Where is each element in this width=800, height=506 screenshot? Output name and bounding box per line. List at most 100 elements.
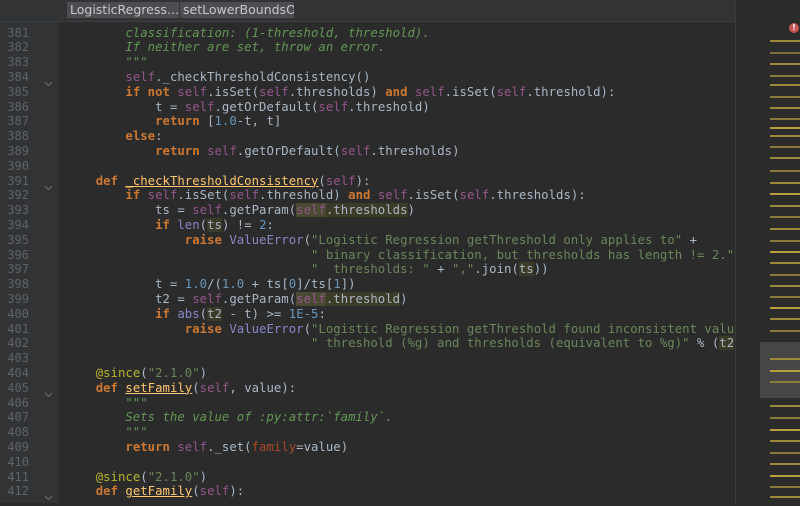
scrollbar-marker[interactable] — [770, 452, 800, 454]
scrollbar-marker[interactable] — [770, 274, 800, 276]
scrollbar-marker[interactable] — [770, 440, 800, 442]
scrollbar-marker[interactable] — [770, 205, 800, 207]
line-number[interactable]: 397 — [0, 262, 29, 277]
line-number[interactable]: 398 — [0, 277, 29, 292]
code-line[interactable]: if len(ts) != 2: — [66, 217, 274, 233]
scrollbar-marker[interactable] — [770, 84, 800, 86]
error-indicator-icon[interactable]: ! — [789, 23, 799, 33]
line-number[interactable]: 405 — [0, 381, 29, 396]
line-number[interactable]: 407 — [0, 410, 29, 425]
scrollbar-marker[interactable] — [770, 486, 800, 488]
scrollbar-marker[interactable] — [770, 240, 800, 242]
line-number[interactable]: 382 — [0, 40, 29, 55]
line-number[interactable]: 389 — [0, 144, 29, 159]
fold-marker-icon[interactable] — [44, 73, 53, 87]
scrollbar-marker[interactable] — [770, 107, 800, 109]
code-line[interactable]: if abs(t2 - t) >= 1E-5: — [66, 306, 326, 322]
line-number[interactable]: 388 — [0, 129, 29, 144]
scrollbar-marker[interactable] — [770, 285, 800, 287]
code-line[interactable]: t2 = self.getParam(self.threshold) — [66, 291, 408, 307]
code-line[interactable]: t = self.getOrDefault(self.threshold) — [66, 100, 430, 115]
scrollbar-marker[interactable] — [770, 146, 800, 148]
breadcrumb-class[interactable]: LogisticRegress… — [67, 2, 179, 18]
line-number[interactable]: 401 — [0, 322, 29, 337]
scrollbar-marker[interactable] — [770, 193, 800, 195]
line-number[interactable]: 408 — [0, 425, 29, 440]
scrollbar-marker[interactable] — [770, 429, 800, 431]
line-number[interactable]: 409 — [0, 440, 29, 455]
line-number[interactable]: 381 — [0, 26, 29, 41]
scrollbar-marker[interactable] — [770, 135, 800, 137]
scrollbar-marker[interactable] — [770, 496, 800, 498]
scrollbar-marker[interactable] — [770, 40, 800, 42]
code-line[interactable]: @since("2.1.0") — [66, 366, 207, 381]
fold-marker-icon[interactable] — [44, 384, 53, 397]
code-line[interactable]: classification: (1-threshold, threshold)… — [66, 26, 430, 41]
scrollbar-marker[interactable] — [770, 463, 800, 465]
scrollbar-marker[interactable] — [770, 157, 800, 159]
line-number[interactable]: 395 — [0, 233, 29, 248]
line-number[interactable]: 406 — [0, 396, 29, 411]
line-number[interactable]: 384 — [0, 70, 29, 85]
scrollbar-marker[interactable] — [770, 417, 800, 419]
scrollbar-marker[interactable] — [770, 127, 800, 129]
code-line[interactable]: """ — [66, 396, 148, 411]
line-number[interactable]: 392 — [0, 188, 29, 203]
scrollbar-marker[interactable] — [770, 405, 800, 407]
line-number[interactable]: 411 — [0, 470, 29, 485]
line-number[interactable]: 385 — [0, 85, 29, 100]
scrollbar-marker[interactable] — [770, 228, 800, 230]
code-line[interactable]: If neither are set, throw an error. — [66, 40, 385, 55]
code-line[interactable]: def _checkThresholdConsistency(self): — [66, 174, 371, 189]
line-number[interactable]: 391 — [0, 174, 29, 189]
code-line[interactable]: def getFamily(self): — [66, 484, 244, 499]
code-line[interactable]: return self._set(family=value) — [66, 440, 348, 455]
code-line[interactable]: self._checkThresholdConsistency() — [66, 70, 370, 85]
fold-marker-icon[interactable] — [44, 487, 53, 501]
scrollbar-marker[interactable] — [770, 381, 800, 383]
code-area[interactable]: classification: (1-threshold, threshold)… — [66, 0, 736, 503]
code-line[interactable]: def setFamily(self, value): — [66, 381, 296, 396]
line-number[interactable]: 403 — [0, 351, 29, 366]
scrollbar-marker[interactable] — [770, 75, 800, 77]
code-line[interactable]: " threshold (%g) and thresholds (equival… — [66, 336, 736, 351]
scrollbar-marker[interactable] — [770, 307, 800, 309]
code-line[interactable]: if self.isSet(self.threshold) and self.i… — [66, 188, 586, 203]
scrollbar-marker[interactable] — [770, 475, 800, 477]
fold-marker-icon[interactable] — [44, 177, 53, 190]
scrollbar-marker[interactable] — [770, 358, 800, 360]
code-line[interactable]: else: — [66, 129, 163, 144]
line-number[interactable]: 412 — [0, 484, 29, 499]
code-line[interactable]: " thresholds: " + ",".join(ts)) — [66, 262, 549, 277]
code-line[interactable]: " binary classification, but thresholds … — [66, 248, 736, 263]
scrollbar-marker[interactable] — [770, 63, 800, 65]
scrollbar-marker[interactable] — [770, 182, 800, 184]
line-number[interactable]: 396 — [0, 248, 29, 263]
scrollbar-marker[interactable] — [770, 52, 800, 54]
line-number[interactable]: 386 — [0, 100, 29, 115]
line-number[interactable]: 387 — [0, 114, 29, 129]
scrollbar-marker[interactable] — [770, 251, 800, 253]
code-line[interactable]: raise ValueError("Logistic Regression ge… — [66, 233, 697, 248]
line-number-gutter[interactable]: 381 382 383 384 385 386 387 388 389 390 391 392 393 3… — [0, 21, 58, 503]
scrollbar-marker[interactable] — [770, 318, 800, 320]
code-line[interactable]: return [1.0-t, t] — [66, 114, 281, 129]
code-line[interactable]: @since("2.1.0") — [66, 470, 207, 485]
line-number[interactable]: 410 — [0, 455, 29, 470]
scrollbar-marker[interactable] — [770, 262, 800, 264]
code-editor[interactable]: 381 382 383 384 385 386 387 388 389 390 391 392 393 3… — [0, 0, 800, 503]
code-line[interactable]: Sets the value of :py:attr:`family`. — [66, 410, 393, 425]
code-line[interactable]: """ — [66, 55, 148, 70]
scrollbar-marker[interactable] — [770, 170, 800, 172]
code-line[interactable]: ts = self.getParam(self.thresholds) — [66, 203, 415, 218]
code-line[interactable]: raise ValueError("Logistic Regression ge… — [66, 322, 736, 337]
breadcrumb-method[interactable]: setLowerBoundsO… — [180, 2, 294, 18]
line-number[interactable]: 393 — [0, 203, 29, 218]
scrollbar-marker[interactable] — [770, 96, 800, 98]
scrollbar-marker[interactable] — [770, 296, 800, 298]
line-number[interactable]: 390 — [0, 159, 29, 174]
scrollbar-marker[interactable] — [770, 118, 800, 120]
line-number[interactable]: 402 — [0, 336, 29, 351]
code-line[interactable]: t = 1.0/(1.0 + ts[0]/ts[1]) — [66, 277, 356, 292]
line-number[interactable]: 399 — [0, 292, 29, 307]
